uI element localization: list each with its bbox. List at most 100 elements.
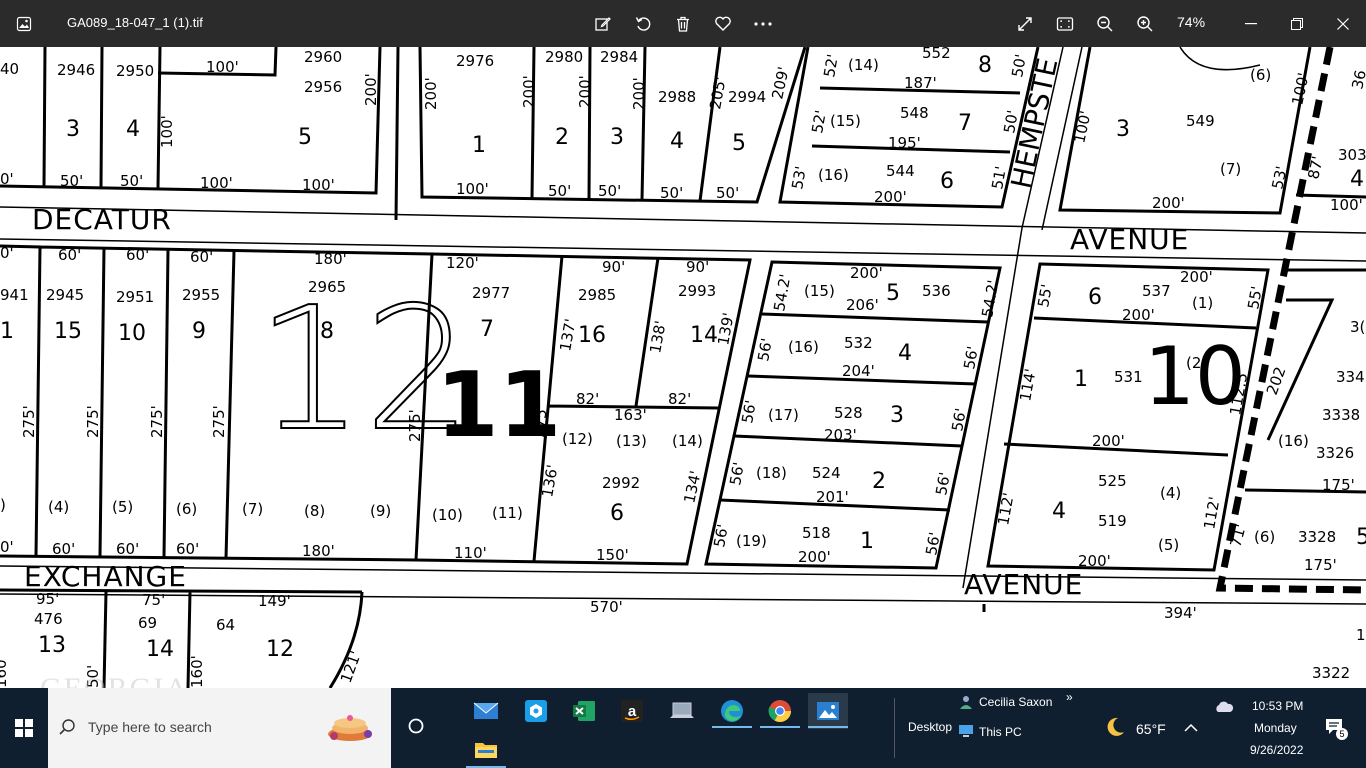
map-label: 56' xyxy=(754,337,776,363)
map-label: 69 xyxy=(138,614,157,632)
map-label: 3 xyxy=(66,117,80,142)
desktop-toolbar-label[interactable]: Desktop xyxy=(908,720,952,734)
map-label: 2976 xyxy=(456,52,494,70)
map-label: 275' xyxy=(148,405,166,438)
fullscreen-icon[interactable] xyxy=(1012,0,1038,47)
map-label: 3328 xyxy=(1298,528,1336,546)
map-label: 50' xyxy=(1008,53,1030,79)
minimize-icon[interactable] xyxy=(1236,0,1266,47)
fit-window-icon[interactable] xyxy=(1052,0,1078,47)
clock-time[interactable]: 10:53 PM xyxy=(1252,699,1303,713)
more-options-icon[interactable] xyxy=(750,0,776,47)
cortana-icon[interactable] xyxy=(396,708,436,744)
clock-date[interactable]: 9/26/2022 xyxy=(1250,743,1303,757)
laptop-icon[interactable] xyxy=(662,693,702,729)
onedrive-cloud-icon[interactable] xyxy=(1214,700,1234,719)
map-label: 2 xyxy=(872,469,886,494)
map-label: 100' xyxy=(1070,109,1094,145)
search-placeholder[interactable]: Type here to search xyxy=(88,719,212,735)
map-label: 6 xyxy=(940,169,954,194)
map-label: 90' xyxy=(686,258,709,276)
map-label: 180' xyxy=(314,250,347,268)
excel-icon[interactable] xyxy=(564,693,604,729)
map-label: 6 xyxy=(610,501,624,526)
map-label: 200' xyxy=(1092,432,1125,450)
title-bar: GA089_18-047_1 (1).tif 74% xyxy=(0,0,1366,47)
map-label: 55' xyxy=(1034,283,1056,309)
photos-active-indicator xyxy=(808,726,848,728)
edit-image-icon[interactable] xyxy=(590,0,616,47)
map-label: (19) xyxy=(736,532,767,550)
chevron-up-icon[interactable] xyxy=(1184,720,1198,738)
clock-day[interactable]: Monday xyxy=(1254,721,1297,735)
map-label: 2955 xyxy=(182,286,220,304)
map-label: 114' xyxy=(1016,367,1039,402)
street-name-avenue-top: AVENUE xyxy=(1070,223,1189,256)
chrome-active-indicator xyxy=(760,726,800,728)
taskbar: Type here to search a Desktop Cecilia Sa xyxy=(0,688,1366,768)
edge-active-indicator xyxy=(712,726,752,728)
map-label: 137' xyxy=(556,317,579,352)
map-label: (11) xyxy=(492,504,523,522)
map-label: 7 xyxy=(958,111,972,136)
favorite-heart-icon[interactable] xyxy=(710,0,736,47)
file-explorer-icon[interactable] xyxy=(466,732,506,768)
edge-icon[interactable] xyxy=(712,693,752,729)
map-label: 303 xyxy=(1338,146,1366,164)
map-label: 537 xyxy=(1142,282,1171,300)
zoom-in-icon[interactable] xyxy=(1132,0,1158,47)
map-label: 4 xyxy=(898,341,912,366)
map-label: 36 xyxy=(1348,68,1366,90)
map-label: 2945 xyxy=(46,286,84,304)
map-label: (12) xyxy=(562,430,593,448)
map-label: 275' xyxy=(20,405,38,438)
restore-icon[interactable] xyxy=(1282,0,1312,47)
search-highlight-icon[interactable] xyxy=(316,710,386,751)
map-label: 82' xyxy=(576,390,599,408)
start-icon[interactable] xyxy=(4,710,44,746)
map-label: 60' xyxy=(52,540,75,558)
map-label: 50' xyxy=(716,184,739,202)
map-label: 50' xyxy=(548,182,571,200)
map-label: 56' xyxy=(738,399,760,425)
map-label: 476 xyxy=(34,610,63,628)
delete-icon[interactable] xyxy=(670,0,696,47)
chrome-icon[interactable] xyxy=(760,693,800,729)
this-pc-icon xyxy=(958,724,974,743)
map-label: 200' xyxy=(520,75,538,108)
map-label: 87' xyxy=(1304,154,1326,180)
map-label: 200' xyxy=(422,77,440,110)
photos-icon[interactable] xyxy=(808,693,848,729)
map-label: 3322 xyxy=(1312,664,1350,682)
search-icon xyxy=(58,718,76,741)
weather-temperature[interactable]: 65°F xyxy=(1136,721,1166,737)
zoom-out-icon[interactable] xyxy=(1092,0,1118,47)
moon-weather-icon[interactable] xyxy=(1104,716,1126,743)
map-label: 60' xyxy=(190,248,213,266)
map-label: 60' xyxy=(126,246,149,264)
map-label: 4 xyxy=(670,129,684,154)
mail-icon[interactable] xyxy=(466,693,506,729)
zoom-level[interactable]: 74% xyxy=(1177,14,1205,30)
map-label: 75' xyxy=(142,591,165,609)
map-label: (16) xyxy=(1278,432,1309,450)
rotate-icon[interactable] xyxy=(630,0,656,47)
map-label: 82' xyxy=(668,390,691,408)
map-label: 9 xyxy=(192,319,206,344)
this-pc-label[interactable]: This PC xyxy=(979,725,1022,739)
toolbar-overflow-icon[interactable]: » xyxy=(1066,690,1073,704)
map-label: 3 xyxy=(890,403,904,428)
map-label: 14 xyxy=(146,637,174,662)
user-name[interactable]: Cecilia Saxon xyxy=(979,695,1052,709)
search-box[interactable]: Type here to search xyxy=(48,688,391,768)
map-label: 536 xyxy=(922,282,951,300)
close-icon[interactable] xyxy=(1328,0,1358,47)
map-label: 52' xyxy=(808,109,830,135)
amazon-icon[interactable]: a xyxy=(612,693,652,729)
map-label: 4 xyxy=(1350,167,1364,192)
map-label: (16) xyxy=(788,338,819,356)
map-label: 5 xyxy=(732,131,746,156)
map-label: 100' xyxy=(1288,71,1312,107)
map-label: 2977 xyxy=(472,284,510,302)
app-icon[interactable] xyxy=(516,693,556,729)
